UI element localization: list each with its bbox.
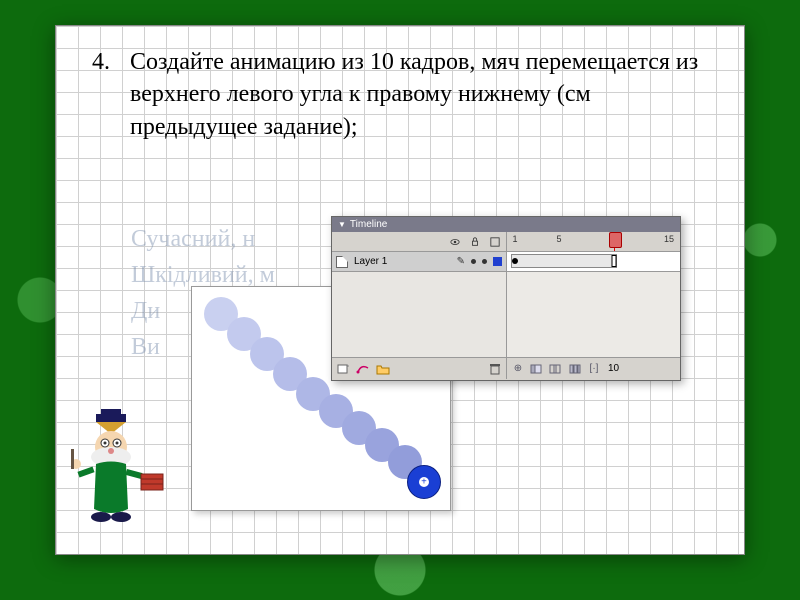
frames-footer: ⊕ [·] 10 — [507, 357, 680, 379]
delete-layer-icon[interactable] — [488, 362, 502, 376]
outline-square-icon[interactable] — [490, 237, 500, 247]
ruler-mark-15: 15 — [664, 234, 674, 244]
layer-name: Layer 1 — [354, 256, 387, 267]
timeline-body: Layer 1 ✎ — [332, 232, 680, 379]
layer-lock-dot[interactable] — [482, 259, 487, 264]
modify-markers-icon[interactable]: [·] — [587, 362, 601, 376]
onion-skin-icon[interactable] — [530, 362, 544, 376]
ball-frame-10 — [407, 465, 441, 499]
onion-skin-outlines-icon[interactable] — [549, 362, 563, 376]
frame-ruler[interactable]: 1 5 15 — [507, 232, 680, 252]
add-motion-guide-icon[interactable] — [356, 362, 370, 376]
frame-span — [511, 254, 617, 268]
center-frame-icon[interactable]: ⊕ — [511, 362, 525, 376]
wm-line-3: Ди — [131, 298, 160, 324]
ruler-mark-1: 1 — [512, 234, 517, 244]
keyframe-start[interactable] — [512, 258, 518, 264]
layer-pane: Layer 1 ✎ — [332, 232, 507, 379]
ruler-mark-5: 5 — [556, 234, 561, 244]
collapse-arrow-icon[interactable]: ▼ — [338, 220, 346, 229]
add-layer-icon[interactable] — [336, 362, 350, 376]
task-body: Создайте анимацию из 10 кадров, мяч пере… — [130, 46, 714, 143]
task-number: 4. — [86, 46, 110, 143]
timeline-titlebar[interactable]: ▼ Timeline — [332, 217, 680, 232]
timeline-panel: ▼ Timeline Layer 1 — [331, 216, 681, 381]
timeline-title-text: Timeline — [350, 219, 387, 230]
pencil-icon: ✎ — [457, 256, 465, 267]
frames-pane: 1 5 15 ⊕ — [507, 232, 680, 379]
frames-empty-area — [507, 272, 680, 357]
wm-line-4: Ви — [131, 334, 160, 360]
lock-icon[interactable] — [470, 237, 480, 247]
layer-row[interactable]: Layer 1 ✎ — [332, 252, 506, 272]
layer-empty-area — [332, 272, 506, 357]
layer-color-swatch[interactable] — [493, 257, 502, 266]
layer-page-icon — [336, 256, 348, 268]
current-frame-number: 10 — [608, 363, 619, 374]
layer-footer — [332, 357, 506, 379]
add-folder-icon[interactable] — [376, 362, 390, 376]
mascot-illustration — [66, 409, 176, 529]
edit-multiple-frames-icon[interactable] — [568, 362, 582, 376]
keyframe-end[interactable] — [612, 255, 617, 267]
layer-vis-dot[interactable] — [471, 259, 476, 264]
eye-icon[interactable] — [450, 237, 460, 247]
playhead[interactable] — [614, 232, 615, 251]
wm-line-1: Сучасний, н — [131, 226, 255, 252]
layer-header — [332, 232, 506, 252]
slide-card: 4. Создайте анимацию из 10 кадров, мяч п… — [55, 25, 745, 555]
frame-track[interactable] — [507, 252, 680, 272]
wm-line-2: Шкідливий, м — [131, 262, 275, 288]
task-text-block: 4. Создайте анимацию из 10 кадров, мяч п… — [86, 46, 714, 143]
